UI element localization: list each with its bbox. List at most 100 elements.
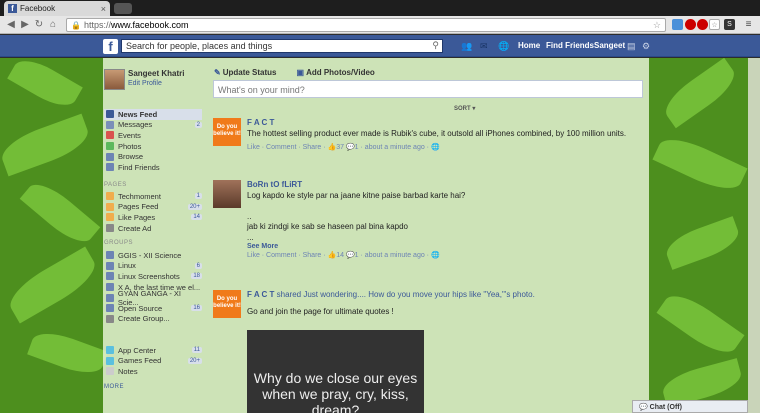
story-author[interactable]: BoRn tO fLiRT [247,180,643,189]
sidebar-item-label: Find Friends [118,162,160,172]
close-tab-icon[interactable]: × [101,4,106,14]
story-text-line: jab ki zindgi ke sab se haseen pal bina … [247,222,408,231]
new-tab-button[interactable] [114,3,132,14]
sidebar-item-icon [106,110,114,119]
search-icon[interactable]: ⚲ [432,40,439,51]
settings-gear-icon[interactable]: ⚙ [642,41,653,51]
sidebar-item[interactable]: Events [104,130,202,141]
sidebar-item-icon [106,251,114,260]
sidebar-item[interactable]: Games Feed 20+ [104,356,202,367]
sort-dropdown[interactable]: SORT ▾ [454,105,475,112]
nav-find-friends[interactable]: Find Friends [546,41,594,50]
sidebar-item[interactable]: Create Group... [104,314,202,325]
profile-block[interactable]: Sangeet Khatri Edit Profile [104,69,184,90]
shared-description[interactable]: shared Just wondering.... How do you mov… [274,290,535,299]
chat-sidebar-toggle[interactable]: 💬 Chat (Off) [632,400,748,413]
sidebar-item[interactable]: GGIS - XII Science [104,250,202,261]
sidebar-item-icon [106,261,114,270]
facebook-favicon-icon: f [8,4,17,13]
sidebar-item-icon [106,163,114,172]
sidebar-item-label: Games Feed [118,356,162,366]
story-actions[interactable]: Like · Comment · Share · 👍14 💬1 · about … [247,251,643,259]
sidebar-item[interactable]: News Feed [104,109,202,120]
see-more-link[interactable]: See More [247,243,643,250]
adblock-icon[interactable] [697,19,708,30]
extension-icon[interactable] [685,19,696,30]
address-bar[interactable]: 🔒 https:// www.facebook.com ☆ [66,18,666,32]
reload-icon[interactable]: ↻ [32,19,46,30]
sidebar-item[interactable]: Browse [104,151,202,162]
sidebar-item[interactable]: Messages 2 [104,120,202,131]
extension-icon[interactable]: S [724,19,735,30]
friend-requests-icon[interactable]: 👥 [461,41,472,51]
update-status-tab[interactable]: ✎ Update Status [214,68,287,77]
avatar[interactable] [104,69,125,90]
sidebar-item[interactable]: GYAN GANGA - XI Scie... [104,289,202,307]
sidebar-item[interactable]: Find Friends [104,162,202,173]
sidebar-item-icon [106,192,114,201]
search-input[interactable]: Search for people, places and things ⚲ [121,39,443,53]
story-author[interactable]: F A C T [247,118,643,127]
tab-title: Facebook [20,4,56,13]
chat-icon: 💬 [639,404,650,411]
sidebar-item-label: Messages [118,120,153,130]
browser-tab[interactable]: f Facebook × [4,1,110,16]
section-heading-groups: GROUPS [104,240,134,246]
status-input[interactable]: What's on your mind? [213,80,643,98]
sidebar-item-label: Techmoment [118,191,161,201]
nav-profile[interactable]: Sangeet [594,41,625,50]
composer-tabs: ✎ Update Status ▣ Add Photos/Video [214,68,395,77]
shared-photo[interactable]: Why do we close our eyes when we pray, c… [247,330,424,413]
sidebar-item[interactable]: Pages Feed 20+ [104,202,202,213]
star-extension-icon[interactable]: ☆ [709,19,720,30]
sidebar-item[interactable]: Like Pages 14 [104,212,202,223]
sidebar-item-label: Linux [118,261,136,271]
count-badge: 6 [194,262,202,269]
url-domain: www.facebook.com [110,20,189,30]
sidebar-item[interactable]: Notes [104,366,202,377]
facebook-logo-icon[interactable]: f [103,39,118,54]
back-icon[interactable]: ◀ [4,19,18,30]
home-icon[interactable]: ⌂ [46,19,60,30]
bookmark-star-icon[interactable]: ☆ [653,20,661,31]
privacy-shortcuts-icon[interactable]: ▤ [627,41,638,51]
sidebar-item-icon [106,224,114,233]
section-heading-pages: PAGES [104,182,127,188]
page-avatar[interactable]: Do you believe it! [213,290,241,318]
more-link[interactable]: MORE [104,384,124,390]
sidebar-item[interactable]: Techmoment 1 [104,191,202,202]
messages-icon[interactable]: ✉ [480,41,491,51]
sidebar-item-icon [106,272,114,281]
sidebar-item-label: News Feed [118,109,158,119]
user-avatar[interactable] [213,180,241,208]
add-photos-tab[interactable]: ▣ Add Photos/Video [297,68,385,77]
count-badge: 14 [191,214,202,221]
sidebar-item-icon [106,367,114,376]
sidebar-item[interactable]: App Center 11 [104,345,202,356]
sidebar-item-icon [106,202,114,211]
sidebar-item-label: Events [118,130,141,140]
menu-icon[interactable]: ≡ [743,19,754,30]
sidebar-item[interactable]: Linux 6 [104,261,202,272]
extension-icon[interactable] [672,19,683,30]
notifications-icon[interactable]: 🌐 [498,41,509,51]
story-actions[interactable]: Like · Comment · Share · 👍37 💬1 · about … [247,143,643,151]
count-badge: 11 [191,347,202,354]
page-avatar[interactable]: Do you believe it! [213,118,241,146]
sidebar-item[interactable]: Linux Screenshots 18 [104,271,202,282]
profile-name[interactable]: Sangeet Khatri [128,69,184,78]
edit-profile-link[interactable]: Edit Profile [128,80,184,87]
tab-strip: f Facebook × [0,0,760,16]
story-author[interactable]: F A C T [247,290,274,299]
sidebar-apps: App Center 11 Games Feed 20+ Notes [104,345,202,377]
nav-home[interactable]: Home [518,41,540,50]
forward-icon[interactable]: ▶ [18,19,32,30]
scrollbar[interactable] [748,58,760,413]
sidebar-item-icon [106,314,114,323]
url-scheme: https:// [83,20,111,30]
sidebar-item[interactable]: Photos [104,141,202,152]
sidebar-item-label: Notes [118,366,138,376]
count-badge: 16 [191,305,202,312]
sidebar-item[interactable]: Create Ad [104,223,202,234]
sidebar-item-label: Photos [118,141,142,151]
